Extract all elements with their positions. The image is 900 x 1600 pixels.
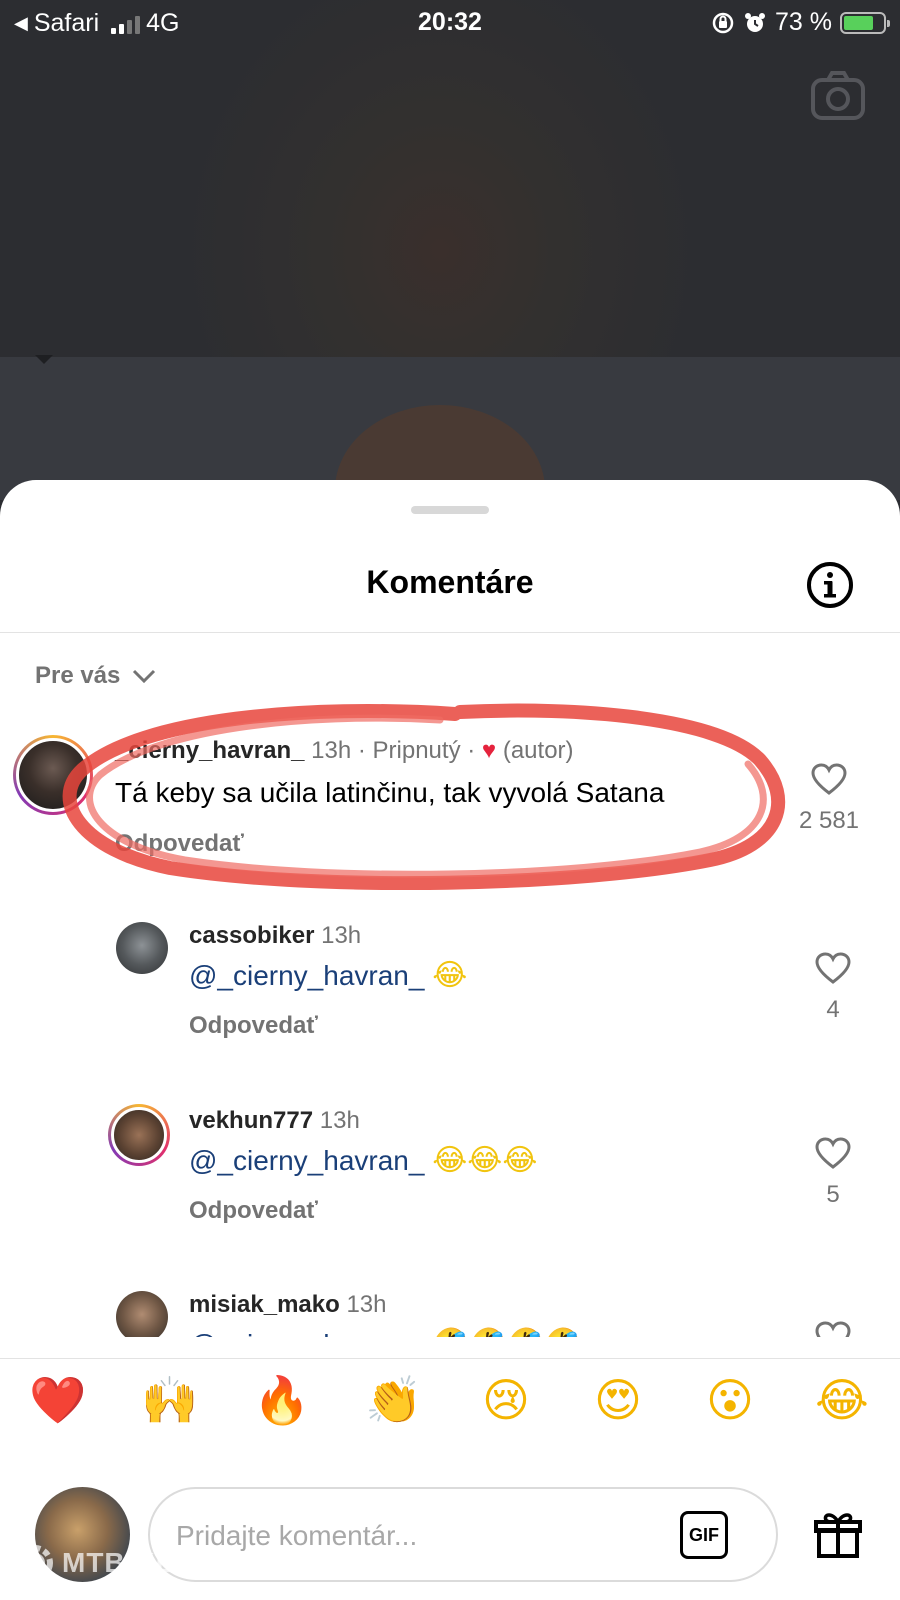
comment-time: 13h <box>346 1291 387 1318</box>
comment-meta: misiak_mako 13h <box>189 1291 386 1319</box>
header-divider <box>0 632 900 633</box>
reaction-heart[interactable]: ❤️ <box>28 1370 88 1430</box>
sort-dropdown[interactable]: Pre vás <box>35 662 156 690</box>
author-tag: (autor) <box>502 737 574 764</box>
comment-username[interactable]: vekhun777 <box>189 1107 313 1134</box>
reaction-raised-hands[interactable]: 🙌 <box>140 1370 200 1430</box>
comment-item: _cierny_havran_ 13h · Pripnutý · ♥ (auto… <box>0 735 900 885</box>
battery-icon <box>840 11 890 34</box>
watermark-text: MTBIKER <box>62 1547 197 1578</box>
comment-meta: _cierny_havran_ 13h · Pripnutý · ♥ (auto… <box>115 737 574 764</box>
heart-icon[interactable] <box>815 1137 851 1169</box>
rotation-lock-icon <box>712 12 734 33</box>
comments-sheet: Komentáre Pre vás _cierny_havran_ 13h · … <box>0 480 900 1600</box>
comment-meta: cassobiker 13h <box>189 922 361 950</box>
gif-button[interactable]: GIF <box>680 1511 728 1559</box>
comment-item: vekhun777 13h @_cierny_havran_ 😂😂😂 Odpov… <box>0 1104 900 1247</box>
like-control[interactable]: 2 581 <box>794 763 864 835</box>
comment-username[interactable]: _cierny_havran_ <box>115 737 304 764</box>
watermark: MTBIKER <box>12 1540 197 1586</box>
comment-input[interactable]: Pridajte komentár... GIF <box>148 1487 778 1582</box>
sheet-title: Komentáre <box>366 564 534 600</box>
reply-button[interactable]: Odpovedať <box>189 1012 318 1040</box>
comment-text: Tá keby sa učila latinčinu, tak vyvolá S… <box>115 777 665 808</box>
composer-divider <box>0 1358 900 1359</box>
sheet-drag-handle[interactable] <box>411 506 489 514</box>
like-count: 4 <box>826 996 840 1023</box>
avatar[interactable] <box>108 1104 170 1166</box>
like-control[interactable]: 5 <box>803 1137 863 1209</box>
like-control[interactable]: 4 <box>803 952 863 1024</box>
chevron-down-icon <box>133 669 156 683</box>
video-background <box>0 0 900 500</box>
info-icon[interactable] <box>805 560 855 610</box>
status-right: 73 % <box>711 8 890 37</box>
mention-link[interactable]: @_cierny_havran_ <box>189 960 424 991</box>
emoji: 😂 <box>432 958 468 993</box>
mention-link[interactable]: @_cierny_havran_ <box>189 1329 424 1337</box>
heart-icon[interactable] <box>811 763 847 795</box>
comment-time: 13h <box>321 922 362 949</box>
avatar[interactable] <box>116 922 168 974</box>
reaction-fire[interactable]: 🔥 <box>252 1370 312 1430</box>
reaction-heart-eyes[interactable]: 😍 <box>588 1370 648 1430</box>
reaction-crying[interactable]: 😢 <box>476 1370 536 1430</box>
emoji: 🤣🤣🤣🤣 <box>432 1327 581 1337</box>
emoji: 😂😂😂 <box>432 1143 538 1178</box>
alarm-icon <box>745 12 766 32</box>
comment-meta: vekhun777 13h <box>189 1107 360 1135</box>
avatar[interactable] <box>116 1291 168 1337</box>
comment-item: misiak_mako 13h @_cierny_havran_ 🤣🤣🤣🤣 <box>0 1291 900 1337</box>
comments-list[interactable]: _cierny_havran_ 13h · Pripnutý · ♥ (auto… <box>0 705 900 1337</box>
collapse-arrow-icon <box>35 355 53 364</box>
comment-placeholder: Pridajte komentár... <box>176 1520 418 1551</box>
heart-icon[interactable] <box>815 1321 851 1337</box>
comment-text: @_cierny_havran_ 😂 <box>189 958 467 993</box>
reaction-laughing[interactable]: 😂 <box>812 1370 872 1430</box>
comment-item: cassobiker 13h @_cierny_havran_ 😂 Odpove… <box>0 922 900 1062</box>
comment-time: 13h <box>319 1107 360 1134</box>
heart-icon[interactable] <box>815 952 851 984</box>
reaction-clap[interactable]: 👏 <box>364 1370 424 1430</box>
avatar[interactable] <box>13 735 93 815</box>
like-control[interactable] <box>803 1321 863 1337</box>
gear-logo-icon <box>17 1545 53 1581</box>
comment-text: @_cierny_havran_ 😂😂😂 <box>189 1143 537 1178</box>
comment-text: @_cierny_havran_ 🤣🤣🤣🤣 <box>189 1327 582 1337</box>
reaction-surprised[interactable]: 😮 <box>700 1370 760 1430</box>
sort-label: Pre vás <box>35 662 121 689</box>
author-heart-icon: ♥ <box>481 737 497 764</box>
quick-reactions: ❤️ 🙌 🔥 👏 😢 😍 😮 😂 <box>28 1370 872 1430</box>
comment-username[interactable]: misiak_mako <box>189 1291 340 1318</box>
comment-time: 13h <box>311 737 352 764</box>
mention-link[interactable]: @_cierny_havran_ <box>189 1145 424 1176</box>
like-count: 2 581 <box>798 807 860 834</box>
battery-percent: 73 % <box>775 8 832 36</box>
comment-username[interactable]: cassobiker <box>189 922 314 949</box>
pinned-label: Pripnutý <box>372 737 461 764</box>
reply-button[interactable]: Odpovedať <box>115 830 244 858</box>
gift-icon[interactable] <box>813 1510 863 1560</box>
reply-button[interactable]: Odpovedať <box>189 1197 318 1225</box>
camera-icon[interactable] <box>810 70 866 122</box>
status-bar: ◀ Safari 4G 20:32 73 % <box>0 0 900 46</box>
like-count: 5 <box>826 1181 840 1208</box>
